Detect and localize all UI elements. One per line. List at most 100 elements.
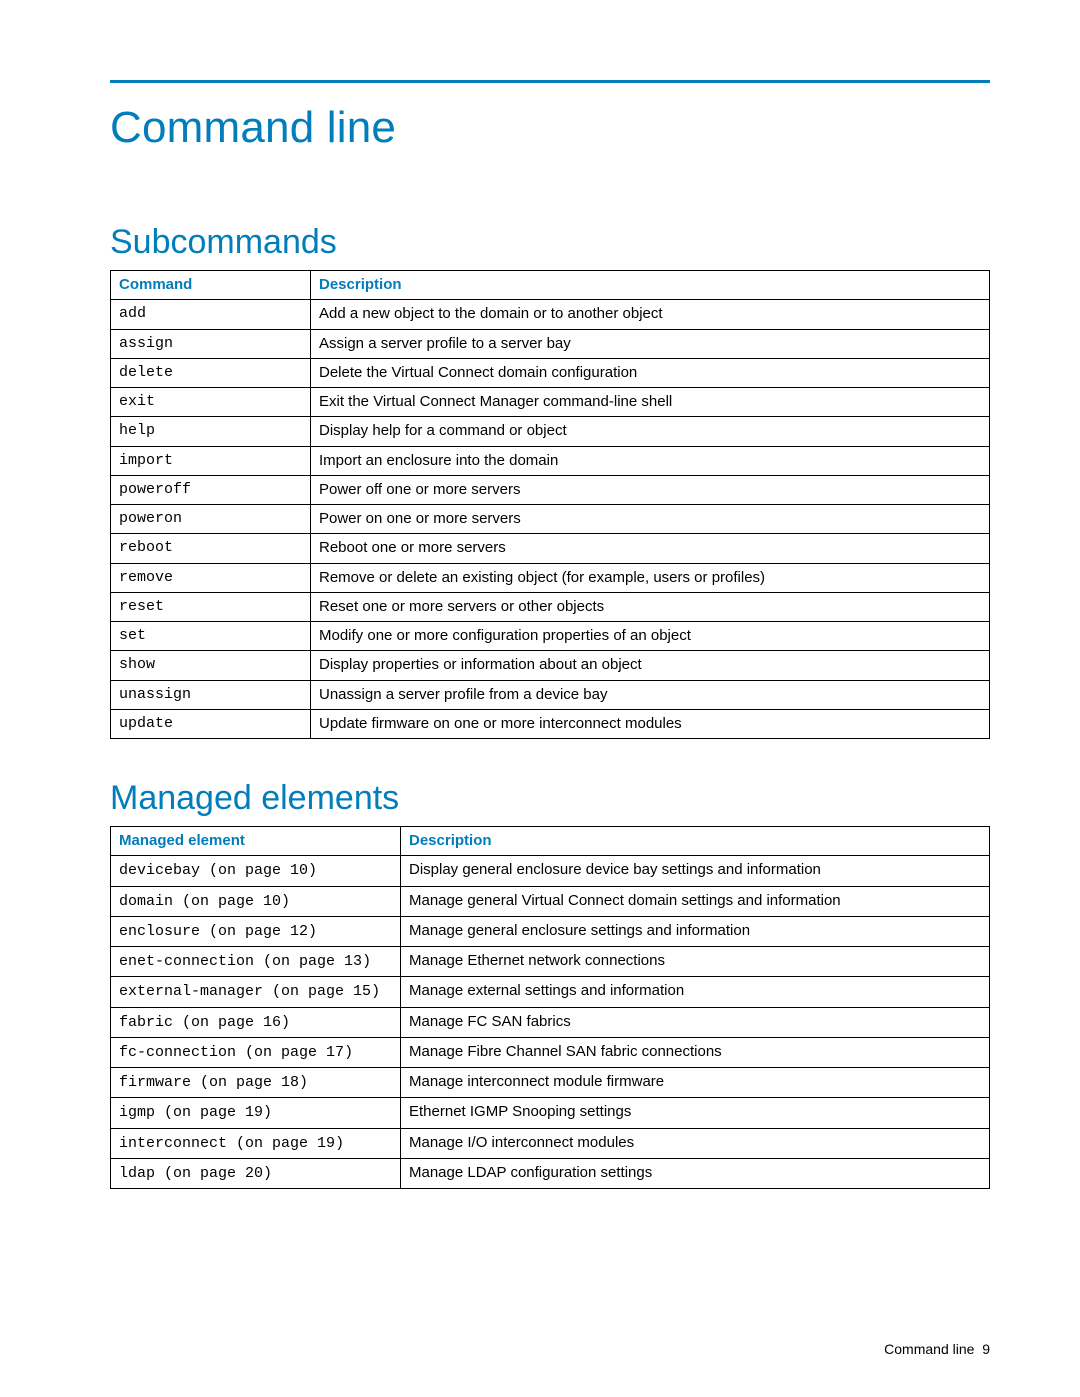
page-ref-prefix: (on page [200, 862, 290, 879]
page-ref-number[interactable]: 15 [353, 983, 371, 1000]
page-ref-number[interactable]: 19 [245, 1104, 263, 1121]
element-command: firmware [119, 1074, 191, 1091]
footer-section-label: Command line [884, 1341, 974, 1357]
description-cell: Manage LDAP configuration settings [401, 1158, 990, 1188]
description-cell: Add a new object to the domain or to ano… [311, 300, 990, 329]
description-cell: Manage general Virtual Connect domain se… [401, 886, 990, 916]
subcommands-table: Command Description addAdd a new object … [110, 270, 990, 739]
page-ref-suffix: ) [299, 1074, 308, 1091]
table-row: devicebay (on page 10) Display general en… [111, 856, 990, 886]
page-ref-prefix: (on page [155, 1104, 245, 1121]
element-command: devicebay [119, 862, 200, 879]
description-cell: Remove or delete an existing object (for… [311, 563, 990, 592]
table-row: fc-connection (on page 17)Manage Fibre C… [111, 1037, 990, 1067]
description-cell: Power off one or more servers [311, 475, 990, 504]
page-ref-suffix: ) [281, 893, 290, 910]
element-command: fabric [119, 1014, 173, 1031]
table-header-row: Command Description [111, 271, 990, 300]
page-ref-number[interactable]: 19 [317, 1135, 335, 1152]
command-cell: unassign [111, 680, 311, 709]
description-cell: Display properties or information about … [311, 651, 990, 680]
managed-elements-table: Managed element Description devicebay (o… [110, 826, 990, 1189]
table-row: importImport an enclosure into the domai… [111, 446, 990, 475]
page-ref-suffix: ) [335, 1135, 344, 1152]
managed-element-cell: fabric (on page 16) [111, 1007, 401, 1037]
page-ref-number[interactable]: 18 [281, 1074, 299, 1091]
element-command: interconnect [119, 1135, 227, 1152]
table-row: addAdd a new object to the domain or to … [111, 300, 990, 329]
description-cell: Manage general enclosure settings and in… [401, 916, 990, 946]
page-ref-prefix: (on page [155, 1165, 245, 1182]
page-footer: Command line 9 [884, 1341, 990, 1357]
description-cell: Power on one or more servers [311, 505, 990, 534]
table-row: enet-connection (on page 13)Manage Ether… [111, 947, 990, 977]
page-ref-number[interactable]: 12 [290, 923, 308, 940]
command-cell: reset [111, 592, 311, 621]
command-cell: remove [111, 563, 311, 592]
page-ref-suffix: ) [308, 862, 317, 879]
page-ref-suffix: ) [362, 953, 371, 970]
description-cell: Display help for a command or object [311, 417, 990, 446]
command-cell: poweron [111, 505, 311, 534]
table-row: unassignUnassign a server profile from a… [111, 680, 990, 709]
element-command: ldap [119, 1165, 155, 1182]
page-ref-prefix: (on page [236, 1044, 326, 1061]
page-ref-number[interactable]: 13 [344, 953, 362, 970]
description-cell: Modify one or more configuration propert… [311, 622, 990, 651]
page-ref-prefix: (on page [173, 893, 263, 910]
element-command: fc-connection [119, 1044, 236, 1061]
table-row: fabric (on page 16)Manage FC SAN fabrics [111, 1007, 990, 1037]
description-cell: Delete the Virtual Connect domain config… [311, 358, 990, 387]
table-row: igmp (on page 19)Ethernet IGMP Snooping … [111, 1098, 990, 1128]
page-ref-suffix: ) [263, 1104, 272, 1121]
table-row: ldap (on page 20)Manage LDAP configurati… [111, 1158, 990, 1188]
description-cell: Reset one or more servers or other objec… [311, 592, 990, 621]
page-ref-suffix: ) [371, 983, 380, 1000]
page-ref-number[interactable]: 17 [326, 1044, 344, 1061]
command-cell: exit [111, 388, 311, 417]
table-row: external-manager (on page 15)Manage exte… [111, 977, 990, 1007]
table-row: showDisplay properties or information ab… [111, 651, 990, 680]
description-cell: Manage I/O interconnect modules [401, 1128, 990, 1158]
table-row: helpDisplay help for a command or object [111, 417, 990, 446]
col-header-description: Description [311, 271, 990, 300]
table-header-row: Managed element Description [111, 827, 990, 856]
page-ref-number[interactable]: 10 [290, 862, 308, 879]
managed-element-cell: interconnect (on page 19) [111, 1128, 401, 1158]
description-cell: Manage interconnect module firmware [401, 1068, 990, 1098]
managed-element-cell: firmware (on page 18) [111, 1068, 401, 1098]
table-row: assignAssign a server profile to a serve… [111, 329, 990, 358]
page-ref-prefix: (on page [200, 923, 290, 940]
command-cell: add [111, 300, 311, 329]
col-header-command: Command [111, 271, 311, 300]
description-cell: Display general enclosure device bay set… [401, 856, 990, 886]
page-ref-number[interactable]: 10 [263, 893, 281, 910]
page-ref-prefix: (on page [227, 1135, 317, 1152]
footer-page-number: 9 [982, 1341, 990, 1357]
section-heading-subcommands: Subcommands [110, 223, 990, 262]
command-cell: poweroff [111, 475, 311, 504]
table-row: poweronPower on one or more servers [111, 505, 990, 534]
table-row: exitExit the Virtual Connect Manager com… [111, 388, 990, 417]
description-cell: Unassign a server profile from a device … [311, 680, 990, 709]
table-row: resetReset one or more servers or other … [111, 592, 990, 621]
page-ref-prefix: (on page [254, 953, 344, 970]
table-row: enclosure (on page 12)Manage general enc… [111, 916, 990, 946]
page-ref-number[interactable]: 20 [245, 1165, 263, 1182]
command-cell: help [111, 417, 311, 446]
page-ref-suffix: ) [281, 1014, 290, 1031]
description-cell: Exit the Virtual Connect Manager command… [311, 388, 990, 417]
element-command: igmp [119, 1104, 155, 1121]
page-ref-number[interactable]: 16 [263, 1014, 281, 1031]
managed-element-cell: ldap (on page 20) [111, 1158, 401, 1188]
description-cell: Assign a server profile to a server bay [311, 329, 990, 358]
managed-element-cell: external-manager (on page 15) [111, 977, 401, 1007]
element-command: domain [119, 893, 173, 910]
element-command: enet-connection [119, 953, 254, 970]
table-row: domain (on page 10) Manage general Virtua… [111, 886, 990, 916]
section-heading-managed-elements: Managed elements [110, 779, 990, 818]
description-cell: Manage external settings and information [401, 977, 990, 1007]
top-horizontal-rule [110, 80, 990, 83]
table-row: interconnect (on page 19)Manage I/O inte… [111, 1128, 990, 1158]
managed-element-cell: enet-connection (on page 13) [111, 947, 401, 977]
